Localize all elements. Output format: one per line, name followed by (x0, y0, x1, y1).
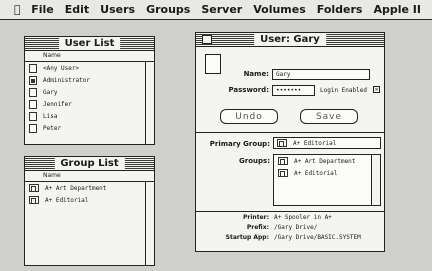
prefix-value: /Gary Drive/ (274, 224, 318, 231)
group-icon (29, 184, 39, 192)
user-list-title: User List (58, 37, 121, 50)
group-list-window: Group List Name A+ Art Department A+ Edi… (24, 156, 155, 266)
user-list-window: User List Name <Any User> Administrator … (24, 36, 155, 145)
login-enabled-label: Login Enabled (320, 87, 367, 94)
apple-icon[interactable]:  (14, 3, 31, 16)
user-list-scrollbar[interactable] (145, 62, 154, 144)
user-detail-window: User: Gary Name: Gary Password: ••••••• … (195, 32, 385, 252)
list-item[interactable]: Administrator (25, 74, 154, 86)
save-button[interactable]: Save (300, 109, 358, 124)
divider (196, 211, 384, 212)
menu-groups[interactable]: Groups (146, 3, 190, 16)
menu-edit[interactable]: Edit (65, 3, 89, 16)
group-icon (278, 169, 288, 177)
list-item[interactable]: <Any User> (25, 62, 154, 74)
user-detail-titlebar[interactable]: User: Gary (196, 33, 384, 47)
menu-volumes[interactable]: Volumes (253, 3, 306, 16)
user-icon (29, 123, 37, 133)
menu-folders[interactable]: Folders (317, 3, 363, 16)
undo-button[interactable]: Undo (220, 109, 278, 124)
admin-user-icon (29, 75, 37, 85)
user-detail-title: User: Gary (254, 33, 326, 46)
list-item[interactable]: Jennifer (25, 98, 154, 110)
group-icon (29, 196, 39, 204)
group-icon (278, 157, 288, 165)
user-list-column-header[interactable]: Name (25, 51, 154, 62)
login-enabled-checkbox[interactable]: ✕ (373, 86, 380, 93)
menu-bar:  File Edit Users Groups Server Volumes … (0, 0, 432, 20)
divider (196, 132, 384, 133)
primary-group-field[interactable]: A+ Editorial (273, 137, 381, 149)
group-icon (277, 139, 287, 147)
printer-value: A+ Spooler in A+ (274, 214, 332, 221)
group-list-titlebar[interactable]: Group List (25, 157, 154, 171)
printer-label: Printer: (243, 214, 269, 221)
list-item[interactable]: A+ Art Department (25, 182, 154, 194)
group-list-title: Group List (54, 157, 125, 170)
menu-server[interactable]: Server (201, 3, 242, 16)
user-icon (29, 63, 37, 73)
password-label: Password: (228, 86, 269, 94)
list-item[interactable]: A+ Editorial (274, 167, 380, 179)
groups-label: Groups: (239, 157, 270, 165)
name-field[interactable]: Gary (272, 69, 370, 80)
startup-app-value: /Gary Drive/BASIC.SYSTEM (274, 234, 361, 241)
menu-users[interactable]: Users (100, 3, 135, 16)
list-item[interactable]: Gary (25, 86, 154, 98)
close-box[interactable] (202, 35, 212, 44)
group-list-scrollbar[interactable] (145, 182, 154, 265)
list-item[interactable]: A+ Editorial (25, 194, 154, 206)
user-icon (29, 99, 37, 109)
menu-apple-ii[interactable]: Apple II (373, 3, 421, 16)
list-item[interactable]: A+ Art Department (274, 155, 380, 167)
password-field[interactable]: ••••••• (272, 85, 315, 96)
user-icon (29, 111, 37, 121)
menu-file[interactable]: File (31, 3, 54, 16)
groups-scrollbar[interactable] (371, 155, 380, 205)
user-icon (29, 87, 37, 97)
user-list-titlebar[interactable]: User List (25, 37, 154, 51)
primary-group-label: Primary Group: (209, 140, 270, 148)
prefix-label: Prefix: (246, 224, 269, 231)
user-document-icon (205, 54, 221, 74)
group-list-column-header[interactable]: Name (25, 171, 154, 182)
startup-app-label: Startup App: (225, 234, 269, 241)
list-item[interactable]: Lisa (25, 110, 154, 122)
groups-list[interactable]: A+ Art Department A+ Editorial (273, 154, 381, 206)
name-label: Name: (243, 70, 269, 78)
list-item[interactable]: Peter (25, 122, 154, 134)
